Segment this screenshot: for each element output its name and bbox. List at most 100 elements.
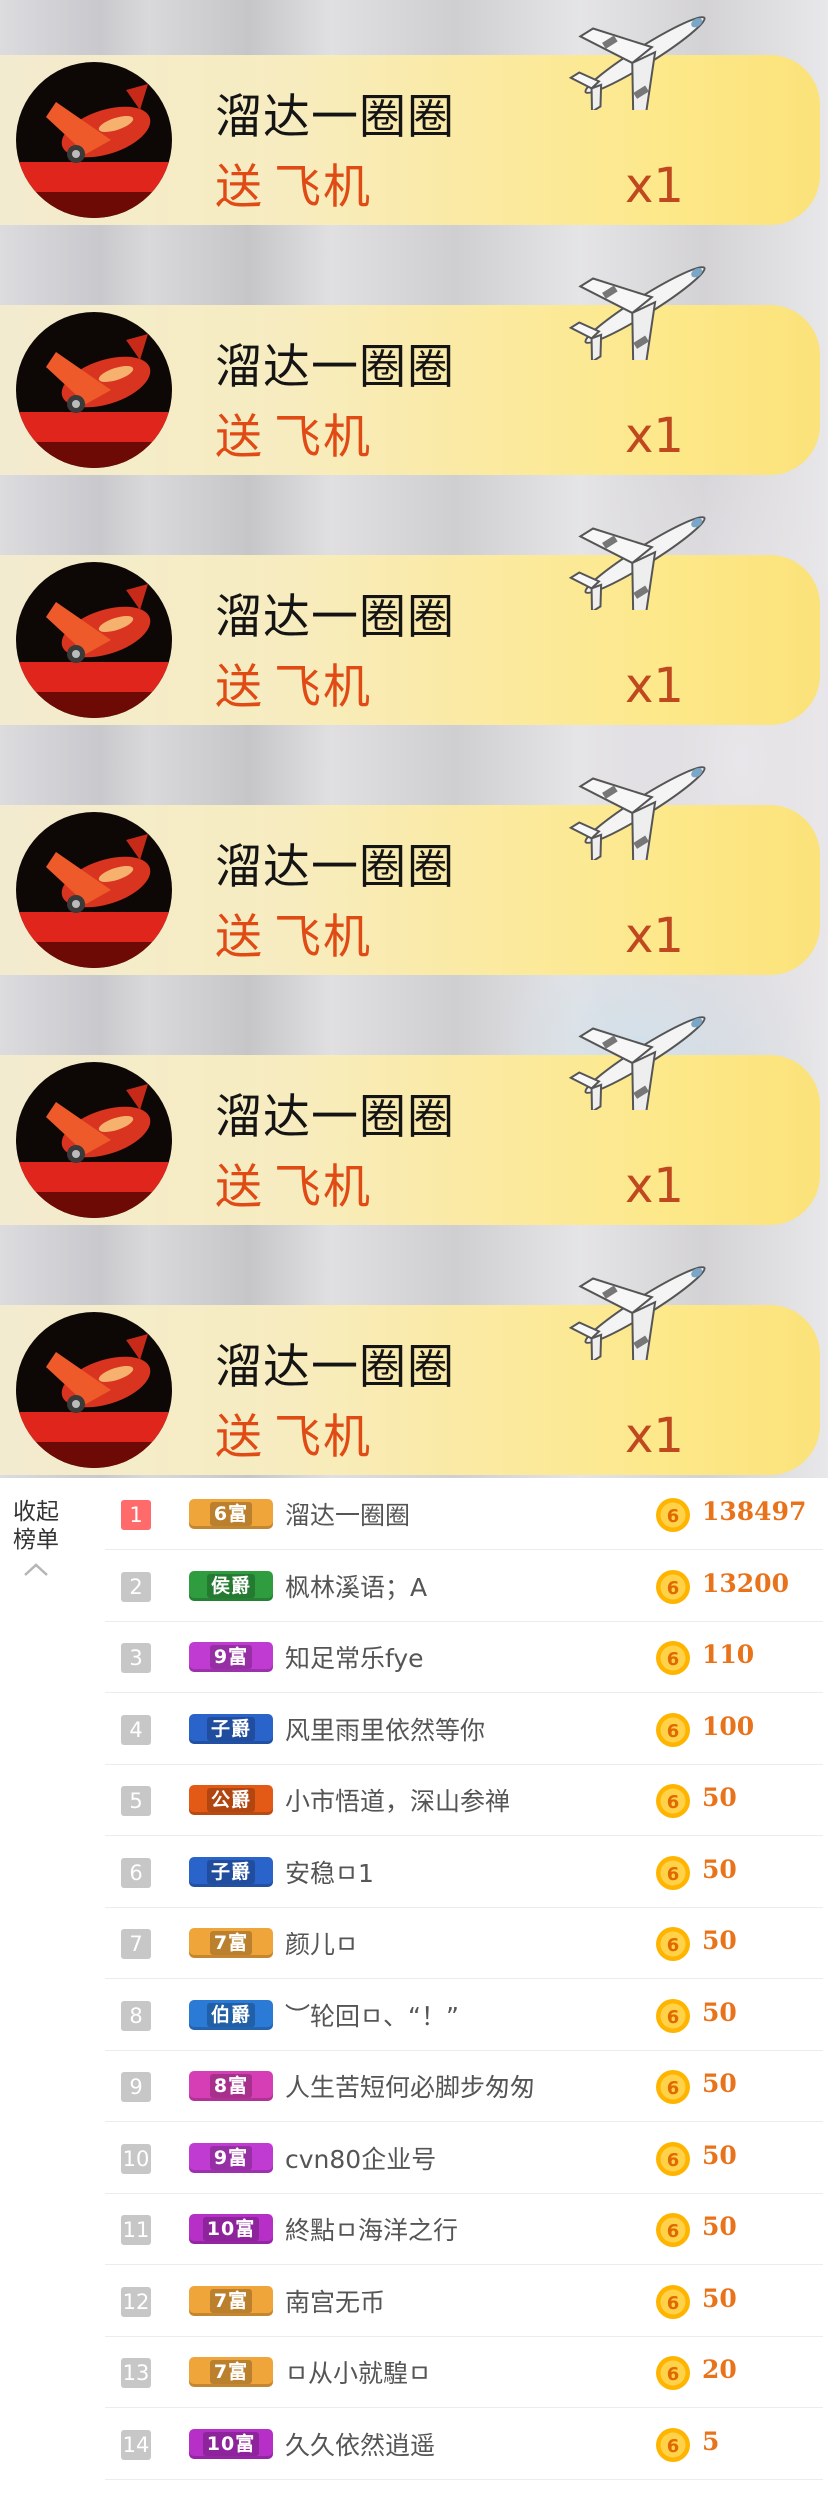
level-badge: 10富 xyxy=(189,2428,273,2459)
avatar[interactable] xyxy=(16,1062,172,1218)
user-name[interactable]: 知足常乐fye xyxy=(285,1639,424,1675)
coin-value: 50 xyxy=(702,1854,737,1884)
table-row[interactable]: 12 7富 南宫无币 6 50 xyxy=(105,2265,823,2337)
gift-name: 飞机 xyxy=(274,160,372,215)
user-name[interactable]: 安稳ㅁ1 xyxy=(285,1854,374,1890)
level-badge: 9富 xyxy=(189,1642,273,1672)
sender-name: 溜达一圈圈 xyxy=(215,840,455,895)
user-name[interactable]: 小市悟道，深山参禅 xyxy=(285,1782,510,1818)
user-name[interactable]: 枫林溪语；A xyxy=(285,1568,427,1604)
gift-name: 飞机 xyxy=(274,1410,372,1465)
svg-text:6: 6 xyxy=(667,2150,680,2171)
table-row[interactable]: 3 9富 知足常乐fye 6 110 xyxy=(105,1621,823,1693)
coin-icon: 6 xyxy=(656,1498,690,1532)
coin-value: 50 xyxy=(702,2069,737,2098)
gift-name: 飞机 xyxy=(274,660,372,715)
level-badge: 10富 xyxy=(189,2214,273,2244)
svg-text:6: 6 xyxy=(667,2078,680,2099)
user-name[interactable]: 风里雨里依然等你 xyxy=(285,1711,485,1747)
level-badge-text: 9富 xyxy=(209,2145,253,2170)
plane-avatar-icon xyxy=(16,834,172,968)
rank-number: 7 xyxy=(121,1929,151,1959)
table-row[interactable]: 11 10富 終點ㅁ海洋之行 6 50 xyxy=(105,2193,823,2265)
rank-number: 11 xyxy=(121,2215,151,2245)
table-row[interactable]: 14 10富 久久依然逍遥 6 5 xyxy=(105,2408,823,2480)
level-badge: 9富 xyxy=(189,2142,273,2173)
user-name[interactable]: 溜达一圈圈 xyxy=(285,1496,410,1532)
table-row[interactable]: 10 9富 cvn80企业号 6 50 xyxy=(105,2122,823,2194)
table-row[interactable]: 1 6富 溜达一圈圈 6 138497 xyxy=(105,1478,823,1550)
user-name[interactable]: ︶轮回ㅁ、“！” xyxy=(285,1997,459,2033)
collapse-ranking-button[interactable]: 收起 榜单 xyxy=(8,1498,64,1578)
gift-name: 飞机 xyxy=(274,910,372,965)
table-row[interactable]: 5 公爵 小市悟道，深山参禅 6 50 xyxy=(105,1764,823,1836)
sender-name: 溜达一圈圈 xyxy=(215,1090,455,1145)
gift-notification: 溜达一圈圈 送飞机 x1 xyxy=(0,250,828,500)
level-badge-text: 10富 xyxy=(202,2431,260,2456)
coin-icon: 6 xyxy=(656,2070,690,2104)
coin-icon: 6 xyxy=(656,1784,690,1818)
coin-icon: 6 xyxy=(656,2141,690,2176)
user-name[interactable]: cvn80企业号 xyxy=(285,2140,436,2176)
level-badge-text: 6富 xyxy=(209,1502,253,1526)
table-row[interactable]: 13 7富 ㅁ从小就騜ㅁ 6 20 xyxy=(105,2336,823,2408)
level-badge-text: 10富 xyxy=(202,2217,260,2241)
gift-count: x1 xyxy=(625,158,684,214)
level-badge-text: 7富 xyxy=(209,2288,253,2313)
avatar[interactable] xyxy=(16,62,172,218)
plane-avatar-icon xyxy=(16,84,172,218)
level-badge: 7富 xyxy=(189,1928,273,1958)
table-row[interactable]: 9 8富 人生苦短何必脚步匆匆 6 50 xyxy=(105,2050,823,2122)
level-badge-text: 7富 xyxy=(209,2360,253,2384)
gift-notification: 溜达一圈圈 送飞机 x1 xyxy=(0,500,828,750)
plane-avatar-icon xyxy=(16,584,172,718)
user-name[interactable]: 終點ㅁ海洋之行 xyxy=(285,2211,458,2247)
airplane-icon xyxy=(568,1266,706,1360)
coin-value: 50 xyxy=(702,2212,737,2241)
user-name[interactable]: ㅁ从小就騜ㅁ xyxy=(285,2354,431,2390)
coin-value: 20 xyxy=(702,2355,737,2384)
svg-text:6: 6 xyxy=(667,1649,680,1670)
svg-text:6: 6 xyxy=(667,2293,680,2314)
avatar[interactable] xyxy=(16,812,172,968)
plane-avatar-icon xyxy=(16,334,172,468)
user-name[interactable]: 久久依然逍遥 xyxy=(285,2426,435,2462)
gift-action: 送飞机 xyxy=(215,1398,372,1467)
coin-icon: 6 xyxy=(656,1927,690,1961)
table-row[interactable]: 2 侯爵 枫林溪语；A 6 13200 xyxy=(105,1550,823,1622)
airplane-icon xyxy=(568,766,706,860)
avatar[interactable] xyxy=(16,562,172,718)
table-row[interactable]: 6 子爵 安稳ㅁ1 6 50 xyxy=(105,1836,823,1908)
rank-number: 9 xyxy=(121,2072,151,2102)
table-row[interactable]: 7 7富 颜儿ㅁ 6 50 xyxy=(105,1907,823,1979)
gift-count: x1 xyxy=(625,658,684,714)
level-badge-text: 7富 xyxy=(209,1931,253,1955)
gift-count: x1 xyxy=(625,908,684,964)
svg-text:6: 6 xyxy=(667,2221,680,2242)
svg-text:6: 6 xyxy=(667,2364,680,2385)
level-badge: 7富 xyxy=(189,2357,273,2387)
sender-name: 溜达一圈圈 xyxy=(215,340,455,395)
level-badge: 伯爵 xyxy=(189,1999,273,2030)
avatar[interactable] xyxy=(16,1312,172,1468)
svg-text:6: 6 xyxy=(667,2007,680,2028)
avatar[interactable] xyxy=(16,312,172,468)
user-name[interactable]: 南宫无币 xyxy=(285,2283,385,2319)
user-name[interactable]: 颜儿ㅁ xyxy=(285,1925,358,1961)
gift-count: x1 xyxy=(625,1408,684,1464)
coin-value: 50 xyxy=(702,2283,737,2313)
gift-notification: 溜达一圈圈 送飞机 x1 xyxy=(0,1250,828,1478)
gift-notification: 溜达一圈圈 送飞机 x1 xyxy=(0,0,828,250)
level-badge: 子爵 xyxy=(189,1713,273,1744)
gift-verb: 送 xyxy=(215,660,264,715)
svg-text:6: 6 xyxy=(667,1792,680,1813)
sender-name: 溜达一圈圈 xyxy=(215,590,455,645)
table-row[interactable]: 4 子爵 风里雨里依然等你 6 100 xyxy=(105,1693,823,1765)
user-name[interactable]: 人生苦短何必脚步匆匆 xyxy=(285,2068,535,2104)
coin-value: 138497 xyxy=(702,1497,807,1526)
gift-feed: 溜达一圈圈 送飞机 x1 溜达一圈圈 送 飞机 x1 溜达一圈圈 送 飞机 x1… xyxy=(0,0,828,1478)
svg-text:6: 6 xyxy=(667,1578,680,1599)
coin-icon: 6 xyxy=(656,2213,690,2247)
table-row[interactable]: 8 伯爵 ︶轮回ㅁ、“！” 6 50 xyxy=(105,1979,823,2051)
level-badge: 子爵 xyxy=(189,1856,273,1887)
